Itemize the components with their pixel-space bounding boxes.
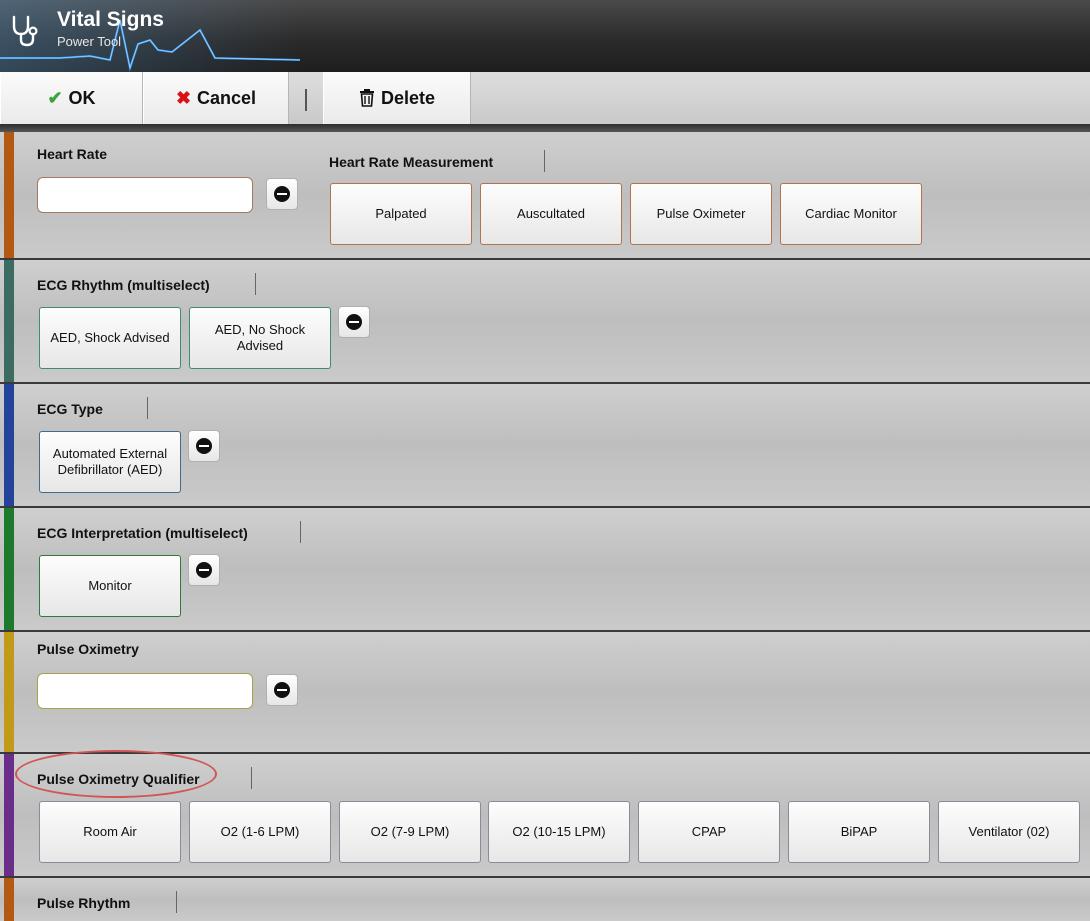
section-color-bar <box>4 632 14 752</box>
close-icon: ✖ <box>175 87 192 108</box>
section-color-bar <box>4 508 14 630</box>
pulse-oximetry-input[interactable] <box>37 673 253 709</box>
minus-circle-icon <box>196 562 212 578</box>
toolbar-divider <box>305 89 307 111</box>
option-cpap[interactable]: CPAP <box>638 801 780 863</box>
ecg-interpretation-label: ECG Interpretation (multiselect) <box>37 525 248 541</box>
section-color-bar <box>4 384 14 506</box>
option-cardiac-monitor[interactable]: Cardiac Monitor <box>780 183 922 245</box>
ok-button-label: OK <box>68 87 96 108</box>
option-aed-shock-advised[interactable]: AED, Shock Advised <box>39 307 181 369</box>
option-ventilator[interactable]: Ventilator (02) <box>938 801 1080 863</box>
cancel-button-label: Cancel <box>197 87 257 108</box>
ecg-rhythm-label: ECG Rhythm (multiselect) <box>37 277 210 293</box>
delete-button[interactable]: Delete <box>323 72 471 124</box>
toolbar-shadow <box>0 124 1090 132</box>
section-ecg-interpretation: ECG Interpretation (multiselect) Monitor <box>0 508 1090 632</box>
label-divider <box>255 273 256 295</box>
option-palpated[interactable]: Palpated <box>330 183 472 245</box>
cancel-button[interactable]: ✖ Cancel <box>143 72 289 124</box>
checkmark-icon: ✔ <box>47 87 63 108</box>
section-color-bar <box>4 132 14 258</box>
label-divider <box>147 397 148 419</box>
option-pulse-oximeter[interactable]: Pulse Oximeter <box>630 183 772 245</box>
app-header: Vital Signs Power Tool <box>0 0 1090 72</box>
option-room-air[interactable]: Room Air <box>39 801 181 863</box>
heart-rate-label: Heart Rate <box>37 146 108 162</box>
ok-button[interactable]: ✔ OK <box>0 72 143 124</box>
section-color-bar <box>4 878 14 921</box>
clear-ecg-interpretation-button[interactable] <box>188 554 220 586</box>
label-divider <box>544 150 545 172</box>
section-ecg-rhythm: ECG Rhythm (multiselect) AED, Shock Advi… <box>0 260 1090 384</box>
section-ecg-type: ECG Type Automated External Defibrillato… <box>0 384 1090 508</box>
stethoscope-icon <box>12 15 38 47</box>
option-auscultated[interactable]: Auscultated <box>480 183 622 245</box>
option-monitor[interactable]: Monitor <box>39 555 181 617</box>
app-title: Vital Signs <box>57 8 164 31</box>
section-pulse-rhythm: Pulse Rhythm <box>0 878 1090 921</box>
app-subtitle: Power Tool <box>57 34 122 49</box>
clear-pulse-oximetry-button[interactable] <box>266 674 298 706</box>
section-color-bar <box>4 754 14 876</box>
label-divider <box>300 521 301 543</box>
option-bipap[interactable]: BiPAP <box>788 801 930 863</box>
option-o2-7-9-lpm[interactable]: O2 (7-9 LPM) <box>339 801 481 863</box>
clear-ecg-type-button[interactable] <box>188 430 220 462</box>
section-heart-rate: Heart Rate Heart Rate Measurement Palpat… <box>0 132 1090 260</box>
highlight-annotation <box>15 750 217 798</box>
clear-ecg-rhythm-button[interactable] <box>338 306 370 338</box>
label-divider <box>176 891 177 913</box>
section-color-bar <box>4 260 14 382</box>
option-aed-no-shock-advised[interactable]: AED, No Shock Advised <box>189 307 331 369</box>
minus-circle-icon <box>274 682 290 698</box>
minus-circle-icon <box>274 186 290 202</box>
minus-circle-icon <box>346 314 362 330</box>
pulse-rhythm-label: Pulse Rhythm <box>37 895 131 911</box>
minus-circle-icon <box>196 438 212 454</box>
heart-rate-input[interactable] <box>37 177 253 213</box>
heart-rate-measurement-label: Heart Rate Measurement <box>329 154 494 170</box>
option-o2-1-6-lpm[interactable]: O2 (1-6 LPM) <box>189 801 331 863</box>
trash-icon <box>359 89 374 107</box>
section-pulse-oximetry: Pulse Oximetry <box>0 632 1090 754</box>
toolbar: ✔ OK ✖ Cancel Delete <box>0 72 1090 124</box>
option-o2-10-15-lpm[interactable]: O2 (10-15 LPM) <box>488 801 630 863</box>
delete-button-label: Delete <box>380 87 436 108</box>
pulse-oximetry-label: Pulse Oximetry <box>37 641 139 657</box>
option-aed[interactable]: Automated External Defibrillator (AED) <box>39 431 181 493</box>
label-divider <box>251 767 252 789</box>
ecg-type-label: ECG Type <box>37 401 103 417</box>
clear-heart-rate-button[interactable] <box>266 178 298 210</box>
